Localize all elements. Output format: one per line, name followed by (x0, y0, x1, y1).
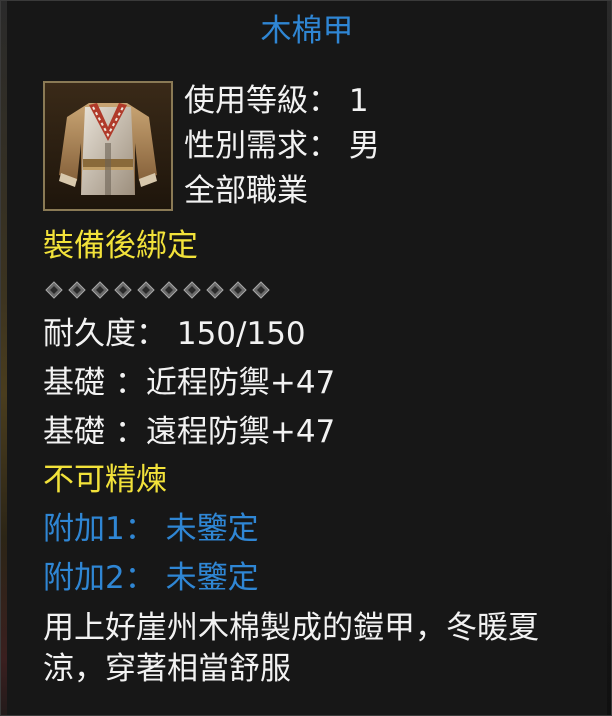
enhance-slot-icon (183, 281, 201, 299)
item-description: 用上好崖州木棉製成的鎧甲，冬暖夏涼，穿著相當舒服 (43, 610, 539, 687)
extra-attribute-2: 附加2： 未鑒定 (43, 560, 259, 596)
enhance-slot-icon (160, 281, 178, 299)
item-tooltip: 木棉甲 使用等級： 1 性別需求： 男 全部職業 裝備後綁定 耐久度： 150/… (0, 0, 612, 716)
bind-status: 裝備後綁定 (43, 228, 198, 264)
required-level: 使用等級： 1 (184, 83, 369, 119)
required-gender: 性別需求： 男 (184, 128, 380, 164)
extra-attribute-1: 附加1： 未鑒定 (43, 511, 259, 547)
tooltip-left-edge (1, 1, 7, 715)
enhance-slots (45, 281, 270, 303)
durability: 耐久度： 150/150 (43, 316, 306, 352)
enhance-slot-icon (137, 281, 155, 299)
enhance-slot-icon (229, 281, 247, 299)
required-class: 全部職業 (184, 173, 308, 209)
refine-status: 不可精煉 (43, 462, 167, 498)
base-stat-melee-defense: 基礎 ：近程防禦+47 (43, 365, 336, 401)
enhance-slot-icon (114, 281, 132, 299)
enhance-slot-icon (206, 281, 224, 299)
base-stat-ranged-defense: 基礎 ：遠程防禦+47 (43, 414, 336, 450)
enhance-slot-icon (45, 281, 63, 299)
item-name: 木棉甲 (260, 13, 354, 49)
tooltip-right-edge (607, 1, 611, 715)
enhance-slot-icon (91, 281, 109, 299)
cloth-armor-icon (43, 81, 173, 211)
enhance-slot-icon (252, 281, 270, 299)
enhance-slot-icon (68, 281, 86, 299)
